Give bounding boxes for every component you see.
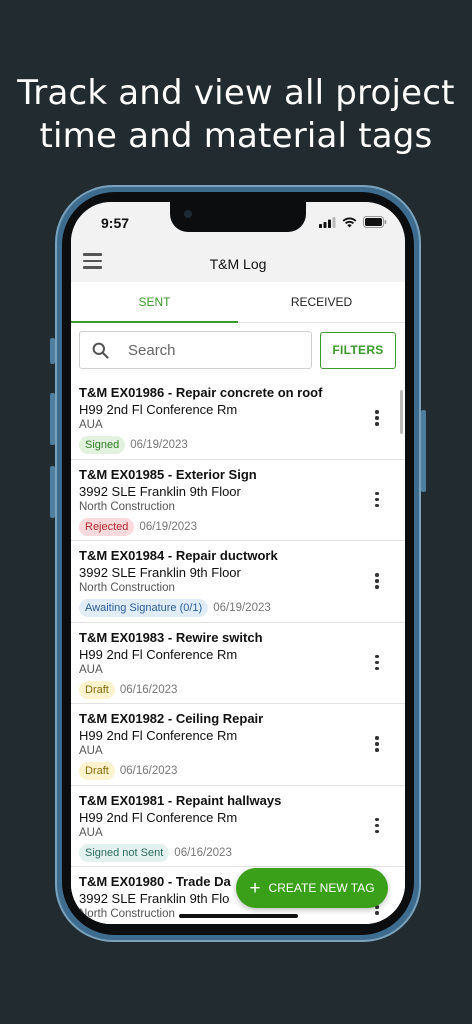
tag-title: T&M EX01983 - Rewire switch bbox=[79, 629, 263, 645]
tag-row[interactable]: T&M EX01984 - Repair ductwork 3992 SLE Fr… bbox=[71, 541, 405, 623]
tag-meta: Rejected 06/19/2023 bbox=[79, 517, 405, 536]
tag-company: AUA bbox=[79, 419, 103, 431]
tab-sent[interactable]: SENT bbox=[71, 282, 238, 323]
tag-location: H99 2nd Fl Conference Rm bbox=[79, 809, 238, 825]
tag-date: 06/19/2023 bbox=[213, 602, 271, 614]
search-box[interactable] bbox=[79, 331, 312, 369]
status-badge: Draft bbox=[79, 680, 115, 699]
tag-list: T&M EX01986 - Repair concrete on roof H99… bbox=[71, 378, 405, 924]
status-badge: Signed bbox=[79, 436, 126, 454]
status-badge: Signed not Sent bbox=[79, 843, 170, 862]
signal-icon bbox=[319, 216, 336, 228]
tag-meta: Awaiting Signature (0/1) 06/19/2023 bbox=[79, 599, 405, 617]
tab-bar: SENT RECEIVED bbox=[71, 282, 405, 323]
tag-location: H99 2nd Fl Conference Rm bbox=[79, 402, 238, 417]
tag-date: 06/16/2023 bbox=[174, 846, 232, 859]
tag-location: H99 2nd Fl Conference Rm bbox=[79, 646, 238, 662]
tag-row[interactable]: T&M EX01986 - Repair concrete on roof H99… bbox=[71, 378, 405, 460]
status-badge: Rejected bbox=[79, 517, 135, 536]
app-bar: T&M Log bbox=[71, 246, 405, 282]
filters-button[interactable]: FILTERS bbox=[320, 332, 396, 369]
tag-company: North Construction bbox=[79, 500, 175, 513]
tag-date: 06/19/2023 bbox=[130, 439, 188, 451]
tab-received[interactable]: RECEIVED bbox=[238, 282, 405, 322]
home-indicator bbox=[179, 914, 298, 918]
tag-company: AUA bbox=[79, 663, 103, 676]
tag-date: 06/16/2023 bbox=[119, 765, 178, 777]
tag-location: 3992 SLE Franklin 9th Floor bbox=[79, 565, 241, 580]
tag-location: H99 2nd Fl Conference Rm bbox=[79, 728, 238, 743]
tag-company: AUA bbox=[79, 826, 103, 839]
status-time: 9:57 bbox=[101, 215, 130, 231]
tag-date: 06/19/2023 bbox=[139, 520, 197, 533]
volume-up-button bbox=[50, 393, 55, 445]
more-options-icon[interactable] bbox=[375, 491, 379, 508]
tag-company: AUA bbox=[79, 745, 103, 757]
tag-row[interactable]: T&M EX01982 - Ceiling Repair H99 2nd Fl C… bbox=[71, 704, 405, 786]
marketing-headline: Track and view all project time and mate… bbox=[0, 72, 472, 158]
search-icon bbox=[92, 342, 109, 359]
tag-location: 3992 SLE Franklin 9th Floor bbox=[79, 483, 241, 499]
more-options-icon[interactable] bbox=[375, 736, 379, 752]
status-badge: Draft bbox=[79, 762, 115, 780]
tag-row[interactable]: T&M EX01983 - Rewire switch H99 2nd Fl Co… bbox=[71, 622, 405, 704]
tag-meta: Draft 06/16/2023 bbox=[79, 762, 405, 780]
tag-row[interactable]: T&M EX01985 - Exterior Sign 3992 SLE Fran… bbox=[71, 459, 405, 541]
volume-down-button bbox=[50, 466, 55, 518]
more-options-icon[interactable] bbox=[375, 410, 379, 426]
tag-company: North Construction bbox=[79, 582, 175, 594]
create-new-tag-button[interactable]: + CREATE NEW TAG bbox=[236, 868, 388, 908]
mute-switch bbox=[50, 338, 55, 364]
page-title: T&M Log bbox=[209, 256, 267, 272]
tag-date: 06/16/2023 bbox=[119, 683, 178, 696]
front-camera bbox=[184, 210, 192, 218]
battery-icon bbox=[363, 216, 387, 228]
create-new-tag-label: CREATE NEW TAG bbox=[268, 881, 375, 895]
search-row: FILTERS bbox=[71, 323, 405, 378]
app-screen: 9:57 T&M Log SENT RECEIVED Search FILTER… bbox=[71, 202, 405, 924]
phone-notch bbox=[170, 202, 306, 232]
tag-meta: Signed 06/19/2023 bbox=[79, 436, 405, 454]
search-input[interactable] bbox=[128, 338, 298, 362]
tag-title: T&M EX01985 - Exterior Sign bbox=[79, 466, 257, 482]
scrollbar[interactable] bbox=[400, 390, 403, 434]
headline-line-1: Track and view all project bbox=[17, 73, 455, 113]
tag-title: T&M EX01981 - Repaint hallways bbox=[79, 792, 282, 808]
tag-title: T&M EX01984 - Repair ductwork bbox=[79, 548, 278, 563]
tag-title: T&M EX01986 - Repair concrete on roof bbox=[79, 385, 323, 400]
tag-row[interactable]: T&M EX01981 - Repaint hallways H99 2nd Fl… bbox=[71, 785, 405, 867]
power-button bbox=[421, 410, 426, 492]
plus-icon: + bbox=[249, 877, 261, 899]
more-options-icon[interactable] bbox=[375, 817, 379, 834]
tag-title: T&M EX01982 - Ceiling Repair bbox=[79, 711, 264, 726]
headline-line-2: time and material tags bbox=[39, 116, 433, 156]
wifi-icon bbox=[342, 217, 357, 227]
more-options-icon[interactable] bbox=[375, 654, 379, 671]
tag-meta: Draft 06/16/2023 bbox=[79, 680, 405, 699]
status-badge: Awaiting Signature (0/1) bbox=[79, 599, 209, 617]
status-icons bbox=[319, 216, 387, 228]
more-options-icon[interactable] bbox=[375, 573, 379, 589]
tag-meta: Signed not Sent 06/16/2023 bbox=[79, 843, 405, 862]
